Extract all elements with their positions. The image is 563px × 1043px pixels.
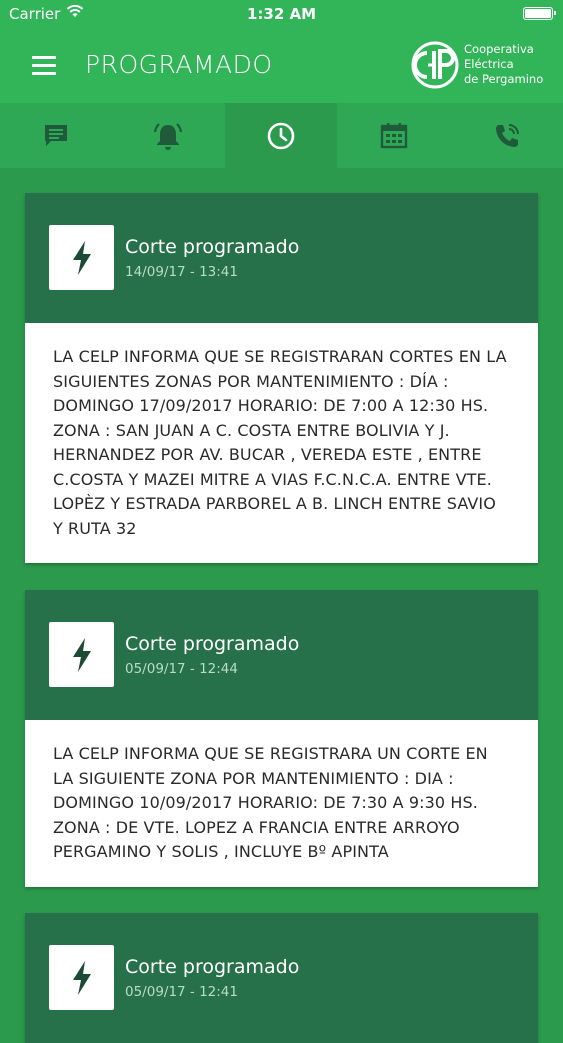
notice-date: 05/09/17 - 12:41 bbox=[125, 984, 238, 1000]
notice-title: Corte programado bbox=[125, 633, 300, 655]
battery-icon bbox=[523, 7, 556, 20]
app-header: Carrier 1:32 AM PROGRAMADO Cooperativa E… bbox=[0, 0, 563, 103]
bolt-icon bbox=[72, 637, 91, 672]
hamburger-menu-icon[interactable] bbox=[32, 56, 56, 76]
notice-title: Corte programado bbox=[125, 236, 300, 258]
notice-card[interactable]: Corte programado 05/09/17 - 12:44 LA CEL… bbox=[25, 590, 538, 887]
clock-icon bbox=[267, 122, 295, 149]
notice-icon-box bbox=[49, 622, 114, 687]
notice-date: 05/09/17 - 12:44 bbox=[125, 661, 238, 677]
bolt-icon bbox=[72, 960, 91, 995]
notice-icon-box bbox=[49, 225, 114, 290]
notice-title: Corte programado bbox=[125, 956, 300, 978]
notice-card-header: Corte programado 05/09/17 - 12:41 bbox=[25, 913, 538, 1043]
celp-logo-icon bbox=[411, 41, 459, 89]
tab-contact[interactable] bbox=[451, 103, 563, 168]
status-bar: Carrier 1:32 AM bbox=[0, 0, 563, 30]
notice-body: LA CELP INFORMA QUE SE REGISTRARAN CORTE… bbox=[53, 347, 507, 538]
bolt-icon bbox=[72, 240, 91, 275]
notice-card[interactable]: Corte programado 14/09/17 - 13:41 LA CEL… bbox=[25, 193, 538, 563]
tab-alerts[interactable] bbox=[112, 103, 224, 168]
clock-time: 1:32 AM bbox=[246, 5, 317, 23]
notice-body: LA CELP INFORMA QUE SE REGISTRARA UN COR… bbox=[53, 744, 488, 861]
phone-icon bbox=[496, 123, 519, 147]
celp-logo: Cooperativa Eléctrica de Pergamino bbox=[410, 40, 550, 92]
tab-messages[interactable] bbox=[0, 103, 112, 168]
tab-bar bbox=[0, 103, 563, 168]
tab-scheduled[interactable] bbox=[225, 103, 337, 168]
notice-date: 14/09/17 - 13:41 bbox=[125, 264, 238, 280]
page-title: PROGRAMADO bbox=[85, 50, 273, 79]
notice-card-header: Corte programado 05/09/17 - 12:44 bbox=[25, 590, 538, 720]
alarm-icon bbox=[153, 122, 183, 150]
logo-text: Cooperativa Eléctrica de Pergamino bbox=[464, 42, 544, 86]
calendar-icon bbox=[380, 122, 408, 148]
notice-icon-box bbox=[49, 945, 114, 1010]
message-icon bbox=[45, 124, 67, 146]
tab-calendar[interactable] bbox=[338, 103, 450, 168]
notice-card[interactable]: Corte programado 05/09/17 - 12:41 bbox=[25, 913, 538, 1043]
notice-card-header: Corte programado 14/09/17 - 13:41 bbox=[25, 193, 538, 323]
